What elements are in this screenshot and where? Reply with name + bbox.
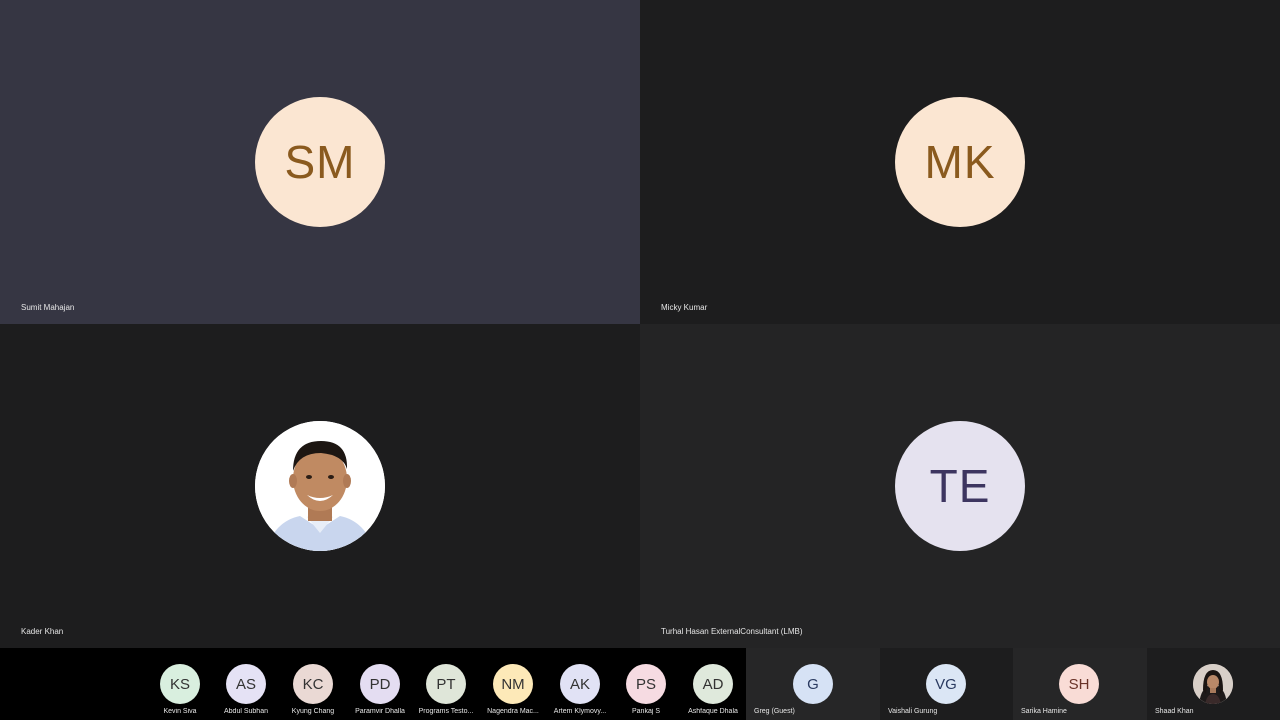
participant-name: Pankaj S (631, 708, 661, 715)
panel-participant-sarika[interactable]: SH Sarika Hamine (1013, 648, 1147, 720)
avatar-initials: VG (935, 675, 957, 693)
avatar-initials: AK (569, 675, 590, 693)
panel-participant-greg[interactable]: G Greg (Guest) (746, 648, 880, 720)
avatar-initials: PS (635, 675, 656, 693)
avatar-initials: MK (924, 136, 996, 188)
participant-photo (1193, 664, 1233, 704)
participant-avatar: AK (560, 664, 600, 704)
participant-avatar: TE (895, 421, 1025, 551)
participant-name: Kader Khan (21, 627, 64, 636)
participant-name: Kevin Siva (163, 708, 197, 715)
avatar-initials: KC (302, 675, 324, 693)
participant-avatar: PS (626, 664, 666, 704)
participant-name: Abdul Subhan (224, 708, 268, 715)
participant-avatar: PD (360, 664, 400, 704)
participant-name: Programs Testo... (418, 708, 474, 715)
strip-participant-pankaj[interactable]: PS Pankaj S (613, 648, 679, 720)
person-photo-icon (255, 421, 385, 551)
participant-name: Kyung Chang (291, 708, 335, 715)
avatar-initials: G (807, 675, 819, 693)
participant-avatar: G (793, 664, 833, 704)
strip-participant-paramvir[interactable]: PD Paramvir Dhalla (347, 648, 413, 720)
participant-name: Paramvir Dhalla (355, 708, 405, 715)
participant-avatar: MK (895, 97, 1025, 227)
participant-avatar: VG (926, 664, 966, 704)
strip-participant-artem[interactable]: AK Artem Klymovy... (547, 648, 613, 720)
participant-avatar: AD (693, 664, 733, 704)
avatar-initials: NM (501, 675, 525, 693)
avatar-initials: TE (929, 460, 991, 512)
participant-tile-turhal[interactable]: TE Turhal Hasan ExternalConsultant (LMB) (640, 324, 1280, 648)
participant-name: Nagendra Mac... (487, 708, 539, 715)
strip-participant-abdul[interactable]: AS Abdul Subhan (213, 648, 279, 720)
participant-tile-kader[interactable]: Kader Khan (0, 324, 640, 648)
panel-participant-vaishali[interactable]: VG Vaishali Gurung (880, 648, 1013, 720)
avatar-initials: AS (235, 675, 256, 693)
participant-name: Greg (Guest) (754, 708, 795, 715)
participant-avatar: KC (293, 664, 333, 704)
strip-participant-ashfaque[interactable]: AD Ashfaque Dhala (680, 648, 746, 720)
participant-name: Vaishali Gurung (888, 708, 938, 715)
participant-strip: KS Kevin Siva AS Abdul Subhan KC Kyung C… (0, 648, 1280, 720)
strip-participant-nagendra[interactable]: NM Nagendra Mac... (480, 648, 546, 720)
participant-avatar: SM (255, 97, 385, 227)
participant-name: Ashfaque Dhala (688, 708, 738, 715)
participant-avatar: PT (426, 664, 466, 704)
participant-name: Sumit Mahajan (21, 303, 75, 312)
strip-participant-kyung[interactable]: KC Kyung Chang (280, 648, 346, 720)
participant-tile-sumit[interactable]: SM Sumit Mahajan (0, 0, 640, 324)
avatar-initials: KS (169, 675, 190, 693)
avatar-initials: SM (284, 136, 356, 188)
participant-avatar: KS (160, 664, 200, 704)
strip-participant-kevin[interactable]: KS Kevin Siva (147, 648, 213, 720)
avatar-initials: PT (436, 675, 456, 693)
participant-tile-micky[interactable]: MK Micky Kumar (640, 0, 1280, 324)
meeting-stage: SM Sumit Mahajan MK Micky Kumar Kader Kh… (0, 0, 1280, 720)
panel-participant-shaad[interactable]: Shaad Khan (1147, 648, 1280, 720)
participant-photo (255, 421, 385, 551)
strip-participant-programs[interactable]: PT Programs Testo... (413, 648, 479, 720)
avatar-initials: AD (702, 675, 724, 693)
avatar-initials: PD (369, 675, 391, 693)
participant-avatar: AS (226, 664, 266, 704)
participant-name: Sarika Hamine (1021, 708, 1067, 715)
avatar-initials: SH (1068, 675, 1090, 693)
participant-avatar: NM (493, 664, 533, 704)
participant-avatar: SH (1059, 664, 1099, 704)
participant-name: Micky Kumar (661, 303, 708, 312)
participant-name: Shaad Khan (1155, 708, 1194, 715)
participant-name: Artem Klymovy... (553, 708, 607, 715)
video-grid: SM Sumit Mahajan MK Micky Kumar Kader Kh… (0, 0, 1280, 648)
participant-name: Turhal Hasan ExternalConsultant (LMB) (661, 627, 803, 636)
person-photo-icon (1193, 664, 1233, 704)
